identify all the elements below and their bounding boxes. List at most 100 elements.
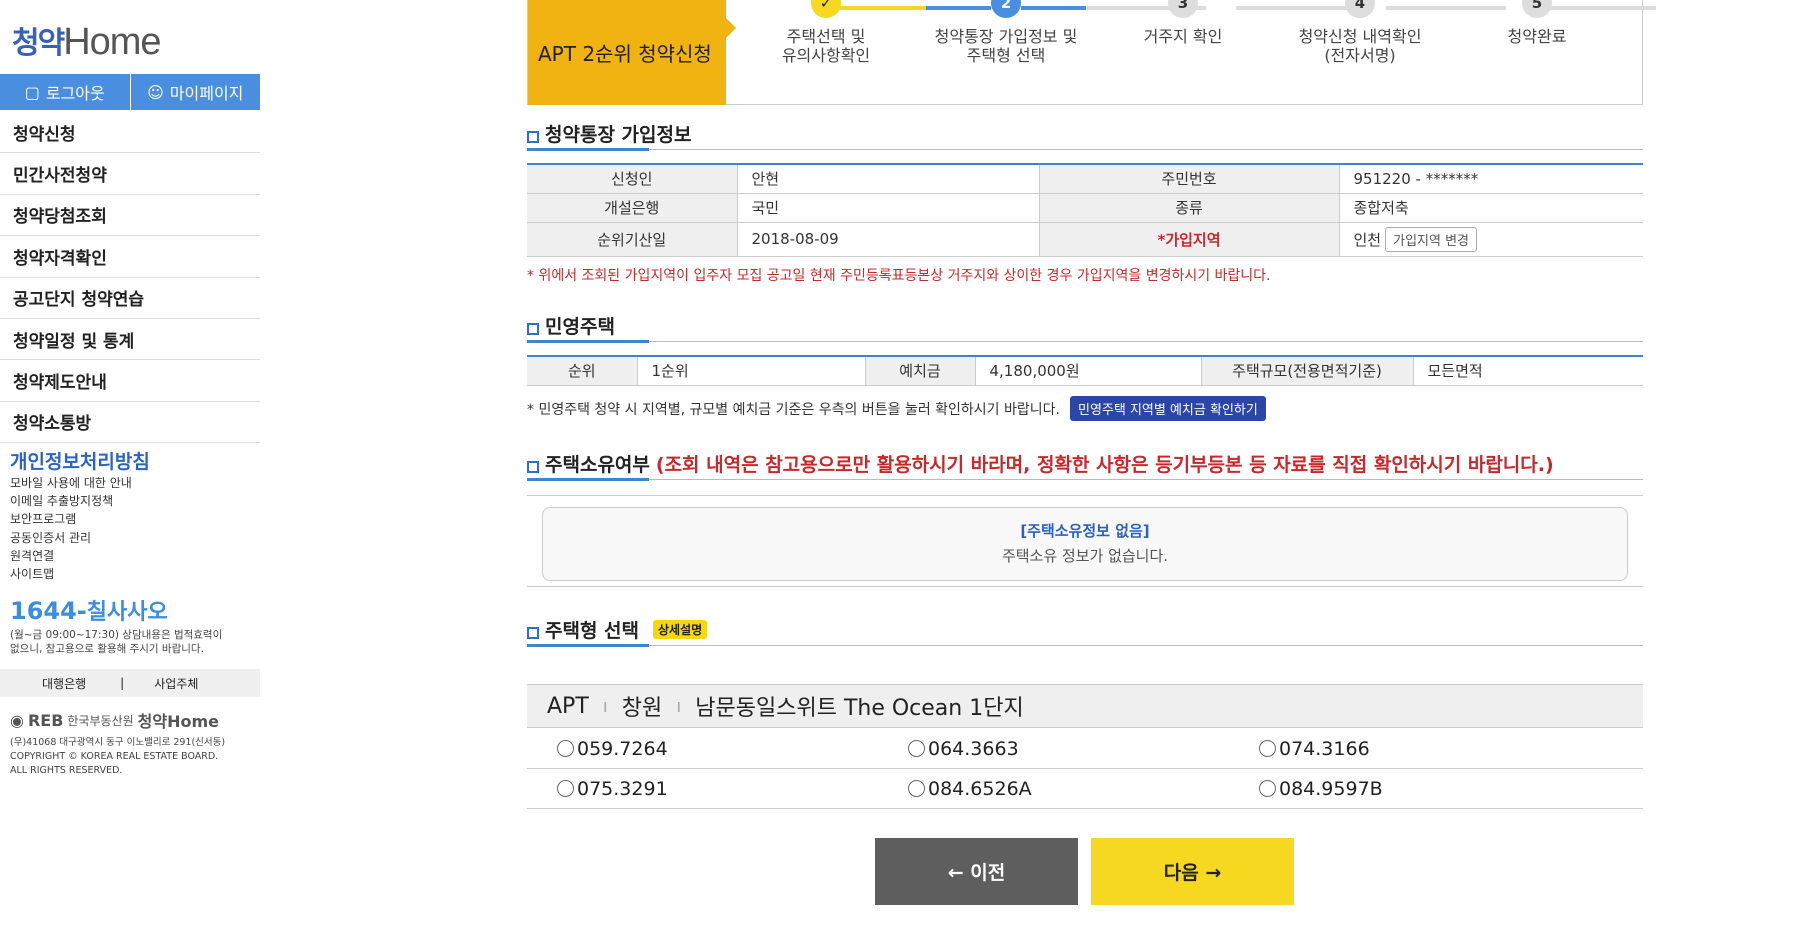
section-square-icon (527, 130, 539, 143)
bank-link[interactable]: 대행은행 (0, 675, 86, 692)
deposit-check-button[interactable]: 민영주택 지역별 예치금 확인하기 (1069, 395, 1266, 421)
housing-type-option[interactable]: 064.3663 (878, 738, 1229, 760)
complex-name: 남문동일스위트 The Ocean 1단지 (695, 696, 1024, 721)
mobile-guide-link[interactable]: 모바일 사용에 대한 안내 (10, 474, 150, 492)
main-content: APT 2순위 청약신청 ✓ 2 3 4 5 주택선택 및 유의사항확인 청약통장… (527, 0, 1656, 105)
step-5-badge: 5 (1522, 0, 1552, 18)
auth-bar: ▢ 로그아웃 ☺ 마이페이지 (0, 74, 260, 110)
lock-icon: ▢ (24, 82, 40, 102)
detail-help-badge[interactable]: 상세설명 (653, 620, 708, 639)
housing-type-option[interactable]: 074.3166 (1229, 738, 1580, 760)
ownership-box-title: [주택소유정보 없음] (1020, 522, 1150, 540)
next-button[interactable]: 다음 → (1091, 838, 1294, 905)
certificate-link[interactable]: 공동인증서 관리 (10, 529, 150, 547)
user-icon: ☺ (147, 82, 164, 102)
step-indicator: ✓ 2 3 4 5 주택선택 및 유의사항확인 청약통장 가입정보 및 주택형 선택… (726, 0, 1656, 105)
link-divider: | (120, 676, 125, 690)
sidebar-item-eligibility[interactable]: 청약자격확인 (0, 236, 260, 278)
footer-address: (우)41068 대구광역시 동구 이노밸리로 291(신서동) (10, 737, 226, 748)
page-title: APT 2순위 청약신청 (528, 0, 736, 105)
remote-link[interactable]: 원격연결 (10, 547, 150, 565)
sidebar-item-win-check[interactable]: 청약당첨조회 (0, 195, 260, 237)
category-region: 창원 (621, 696, 663, 721)
section-square-icon (527, 322, 539, 335)
account-section: 청약통장 가입정보 신청인 안현 주민번호 951220 - ******* 개… (527, 118, 1643, 285)
reb-logo-icon: ◉ (10, 710, 24, 730)
step-4-badge: 4 (1345, 0, 1375, 18)
change-region-button[interactable]: 가입지역 변경 (1385, 226, 1478, 252)
housing-type-option[interactable]: 075.3291 (527, 778, 878, 800)
region-note: * 위에서 조회된 가입지역이 입주자 모집 공고일 현재 주민등록표등본상 거… (527, 267, 1271, 284)
sidebar-item-schedule[interactable]: 청약일정 및 통계 (0, 319, 260, 361)
account-table: 신청인 안현 주민번호 951220 - ******* 개설은행 국민 종류 … (527, 163, 1643, 257)
phone-word: 칠사사오 (86, 600, 168, 625)
step-1-label: 주택선택 및 유의사항확인 (781, 27, 871, 65)
step-2-label: 청약통장 가입정보 및 주택형 선택 (934, 27, 1078, 65)
step-3-label: 거주지 확인 (1143, 27, 1223, 46)
footer-copyright: COPYRIGHT © KOREA REAL ESTATE BOARD. (10, 751, 219, 762)
private-housing-table: 순위 1순위 예치금 4,180,000원 주택규모(전용면적기준) 모든면적 (527, 355, 1643, 386)
step-1-check-icon: ✓ (811, 0, 841, 18)
prev-button[interactable]: ← 이전 (875, 838, 1078, 905)
radio-button[interactable] (557, 780, 574, 797)
phone-note-2: 없으니, 참고용으로 활용해 주시기 바랍니다. (10, 643, 204, 655)
logout-button[interactable]: ▢ 로그아웃 (0, 74, 131, 110)
footer-rights: ALL RIGHTS RESERVED. (10, 765, 123, 776)
ownership-box-text: 주택소유 정보가 없습니다. (1001, 547, 1169, 565)
sidebar-item-community[interactable]: 청약소통방 (0, 402, 260, 444)
housing-type-option[interactable]: 084.9597B (1229, 778, 1580, 800)
table-row: 신청인 안현 주민번호 951220 - ******* (527, 164, 1643, 194)
security-program-link[interactable]: 보안프로그램 (10, 510, 150, 528)
housing-type-option[interactable]: 084.6526A (878, 778, 1229, 800)
privacy-section: 개인정보처리방침 모바일 사용에 대한 안내 이메일 추출방지정책 보안프로그램… (10, 447, 150, 583)
phone-prefix: 1644- (10, 597, 87, 625)
mypage-button[interactable]: ☺ 마이페이지 (130, 74, 260, 110)
site-logo[interactable]: 청약 Home (12, 18, 162, 63)
section-square-icon (527, 626, 539, 639)
footer: ◉ REB 한국부동산원 청약Home (우)41068 대구광역시 동구 이노밸리로… (10, 708, 225, 778)
footer-links: 대행은행 | 사업주체 (0, 669, 260, 697)
logo-english: Home (63, 21, 161, 63)
deposit-note: * 민영주택 청약 시 지역별, 규모별 예치금 기준은 우측의 버튼을 눌러 … (527, 401, 1060, 418)
radio-button[interactable] (1259, 740, 1276, 757)
category-apt: APT (547, 693, 589, 719)
table-row: 순위기산일 2018-08-09 *가입지역 인천 가입지역 변경 (527, 222, 1643, 257)
sidebar-item-private-pre[interactable]: 민간사전청약 (0, 153, 260, 195)
logo-korean: 청약 (12, 26, 65, 61)
ownership-section: 주택소유여부 (조회 내역은 참고용으로만 활용하시기 바라며, 정확한 사항은 … (527, 448, 1643, 587)
ownership-info-box: [주택소유정보 없음] 주택소유 정보가 없습니다. (542, 507, 1628, 581)
sidebar-item-apply[interactable]: 청약신청 (0, 112, 260, 154)
sidebar-menu: 청약신청 민간사전청약 청약당첨조회 청약자격확인 공고단지 청약연습 청약일정… (0, 112, 260, 444)
private-housing-title: 민영주택 (545, 316, 615, 338)
radio-button[interactable] (557, 740, 574, 757)
sidebar-item-system[interactable]: 청약제도안내 (0, 360, 260, 402)
table-row: 개설은행 국민 종류 종합저축 (527, 193, 1643, 223)
step-5-label: 청약완료 (1507, 27, 1567, 46)
footer-logo: ◉ REB 한국부동산원 청약Home (10, 710, 220, 732)
radio-button[interactable] (908, 780, 925, 797)
ownership-warning: (조회 내역은 참고용으로만 활용하시기 바라며, 정확한 사항은 등기부등본 … (655, 454, 1554, 476)
phone-note: (월~금 09:00~17:30) 상담내용은 법적효력이 (10, 629, 223, 641)
housing-type-option[interactable]: 059.7264 (527, 738, 878, 760)
table-row: 순위 1순위 예치금 4,180,000원 주택규모(전용면적기준) 모든면적 (527, 356, 1643, 386)
sitemap-link[interactable]: 사이트맵 (10, 565, 150, 583)
account-title: 청약통장 가입정보 (545, 124, 692, 146)
table-row: 059.7264 064.3663 074.3166 (527, 729, 1643, 769)
step-3-badge: 3 (1168, 0, 1198, 18)
email-policy-link[interactable]: 이메일 추출방지정책 (10, 492, 150, 510)
private-housing-section: 민영주택 순위 1순위 예치금 4,180,000원 주택규모(전용면적기준) … (527, 310, 1643, 421)
operator-link[interactable]: 사업주체 (124, 675, 198, 692)
section-square-icon (527, 460, 539, 473)
radio-button[interactable] (908, 740, 925, 757)
region-value: 인천 (1353, 230, 1382, 249)
radio-button[interactable] (1259, 780, 1276, 797)
housing-type-section: 주택형 선택 상세설명 (527, 614, 1643, 647)
ownership-title: 주택소유여부 (545, 454, 650, 476)
sidebar-item-practice[interactable]: 공고단지 청약연습 (0, 278, 260, 319)
table-row: 075.3291 084.6526A 084.9597B (527, 769, 1643, 809)
step-4-label: 청약신청 내역확인 (전자서명) (1298, 27, 1422, 65)
privacy-policy-link[interactable]: 개인정보처리방침 (10, 447, 150, 474)
sidebar: 청약 Home ▢ 로그아웃 ☺ 마이페이지 청약신청 민간사전청약 청약당첨조회 청… (0, 0, 260, 946)
housing-type-title: 주택형 선택 (545, 620, 640, 642)
progress-header: APT 2순위 청약신청 ✓ 2 3 4 5 주택선택 및 유의사항확인 청약통장… (527, 0, 1656, 105)
